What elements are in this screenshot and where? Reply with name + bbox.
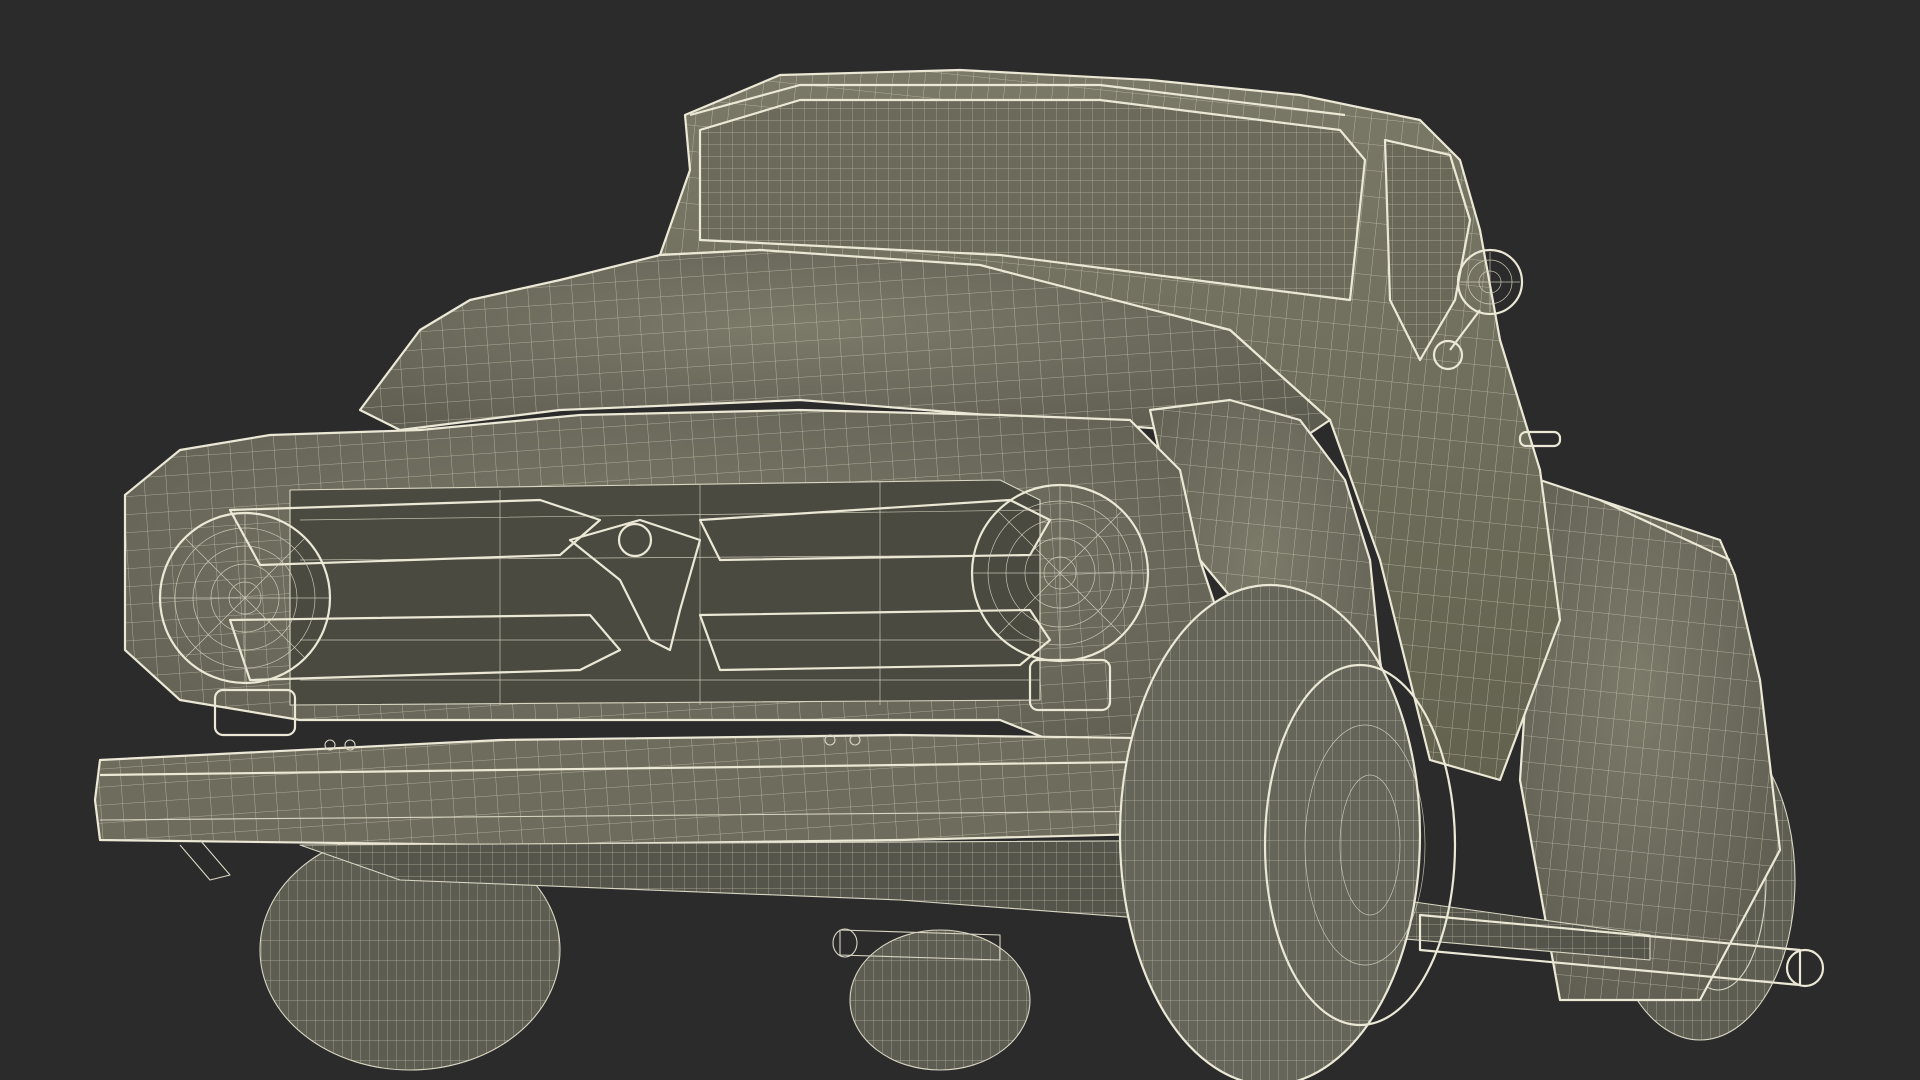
headlight-left bbox=[158, 511, 332, 685]
headlight-right bbox=[970, 483, 1150, 663]
truck-wireframe-render bbox=[93, 68, 1825, 1080]
grille bbox=[289, 479, 1041, 706]
render-viewport bbox=[0, 0, 1920, 1080]
rear-center-tire bbox=[849, 929, 1031, 1071]
